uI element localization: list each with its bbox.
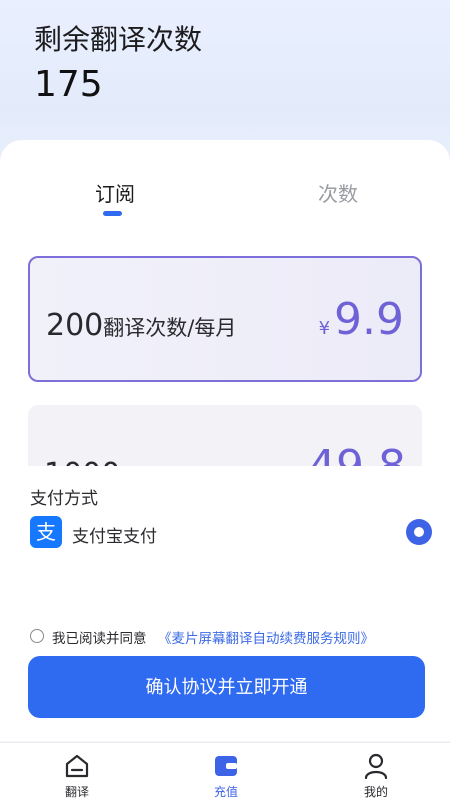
plan-price-value: 9.9 [334, 294, 404, 345]
agreement-checkbox[interactable] [30, 629, 44, 643]
payment-panel: 支付方式 支 支付宝支付 我已阅读并同意 《麦片屏幕翻译自动续费服务规则》 确认… [0, 466, 450, 741]
plan-price-value: 49.8 [308, 441, 406, 466]
user-icon [364, 753, 388, 779]
plan-sheet: 订阅 次数 200翻译次数/每月 ¥9.9 1000 49.8 [0, 140, 450, 466]
payment-method-label[interactable]: 支付宝支付 [72, 522, 157, 547]
remaining-count: 175 [34, 64, 103, 105]
payment-radio-selected[interactable] [406, 519, 432, 545]
confirm-subscribe-button[interactable]: 确认协议并立即开通 [28, 656, 425, 718]
nav-translate[interactable]: 翻译 [27, 743, 127, 801]
page-title: 剩余翻译次数 [34, 23, 203, 56]
plan-count: 1000 [44, 457, 120, 466]
plan-count-number: 1000 [44, 457, 120, 466]
nav-translate-label: 翻译 [64, 785, 89, 799]
agreement-link[interactable]: 《麦片屏幕翻译自动续费服务规则》 [158, 627, 374, 647]
plan-count-number: 200 [46, 308, 104, 343]
plan-count: 200翻译次数/每月 [46, 308, 236, 343]
currency-symbol: ¥ [318, 318, 331, 339]
wallet-icon [215, 756, 237, 776]
plan-price: ¥9.9 [319, 294, 404, 345]
plan-card-selected[interactable]: 200翻译次数/每月 ¥9.9 [28, 256, 422, 382]
tab-indicator [103, 211, 122, 216]
plan-count-unit: 翻译次数/每月 [103, 316, 237, 340]
bottom-nav: 翻译 充值 我的 [0, 742, 450, 801]
payment-title: 支付方式 [30, 489, 98, 509]
tab-subscription[interactable]: 订阅 [95, 178, 135, 207]
tab-count[interactable]: 次数 [318, 178, 358, 207]
plan-card[interactable]: 1000 49.8 [28, 405, 422, 466]
nav-recharge[interactable]: 充值 [176, 743, 276, 801]
plan-price: 49.8 [308, 441, 406, 466]
home-icon [65, 754, 89, 778]
nav-mine-label: 我的 [363, 785, 388, 799]
nav-recharge-label: 充值 [213, 785, 238, 799]
agreement-text: 我已阅读并同意 [52, 631, 147, 647]
alipay-icon: 支 [30, 516, 62, 548]
nav-mine[interactable]: 我的 [326, 743, 426, 801]
